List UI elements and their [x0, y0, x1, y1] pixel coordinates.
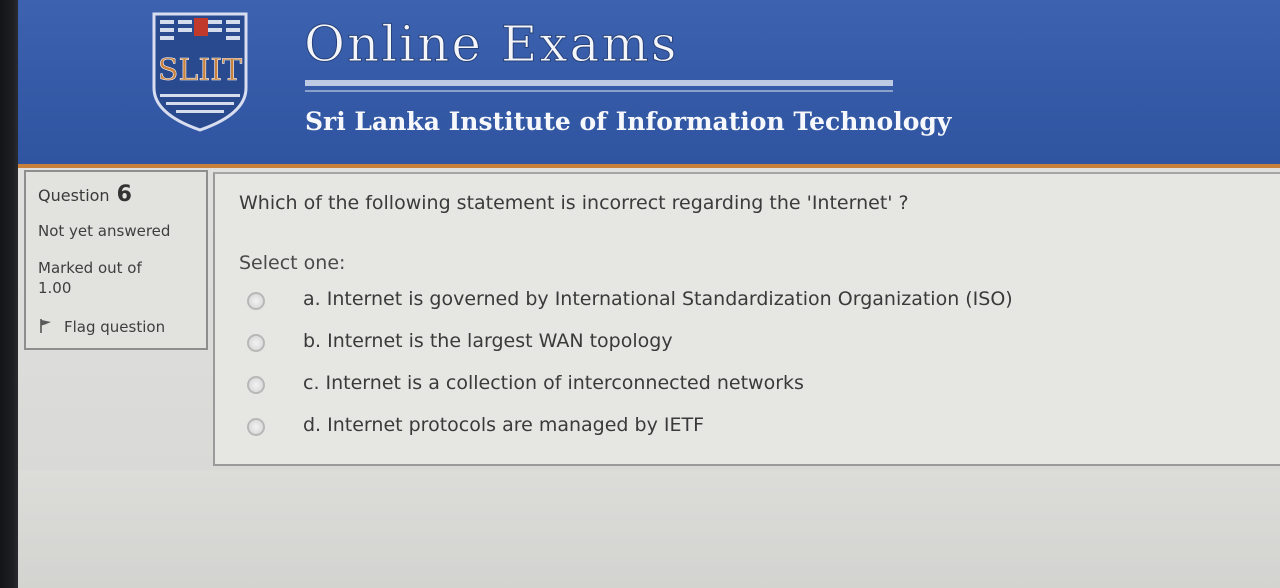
answer-option-c[interactable]: c. Internet is a collection of interconn…	[247, 372, 1247, 402]
answer-option-a[interactable]: a. Internet is governed by International…	[247, 288, 1247, 318]
question-number: 6	[116, 182, 132, 207]
page-background-lower	[18, 470, 1280, 588]
header-accent-line	[18, 164, 1280, 168]
answer-option-d[interactable]: d. Internet protocols are managed by IET…	[247, 414, 1247, 444]
radio-button-d[interactable]	[247, 418, 265, 436]
flag-question-label: Flag question	[64, 318, 166, 336]
marks-info: Marked out of 1.00	[38, 258, 142, 298]
question-content-panel: Which of the following statement is inco…	[213, 172, 1280, 466]
sliit-logo: SLIIT	[150, 10, 250, 132]
flag-icon	[40, 319, 51, 333]
site-subtitle: Sri Lanka Institute of Information Techn…	[305, 107, 952, 136]
flag-question-link[interactable]: Flag question	[38, 318, 165, 336]
answer-option-label: a. Internet is governed by International…	[303, 288, 1013, 310]
radio-button-c[interactable]	[247, 376, 265, 394]
exam-page: SLIIT Online Exams Sri Lanka Institute o…	[0, 0, 1280, 588]
answer-option-label: c. Internet is a collection of interconn…	[303, 372, 804, 394]
radio-button-b[interactable]	[247, 334, 265, 352]
title-divider-secondary	[305, 90, 893, 92]
select-one-prompt: Select one:	[239, 252, 346, 274]
answer-status: Not yet answered	[38, 222, 171, 240]
title-divider	[305, 80, 893, 86]
marked-out-of-label: Marked out of	[38, 259, 142, 277]
question-number-label: Question 6	[38, 182, 132, 207]
question-info-panel: Question 6 Not yet answered Marked out o…	[24, 170, 208, 350]
marked-out-of-value: 1.00	[38, 279, 72, 297]
radio-button-a[interactable]	[247, 292, 265, 310]
question-text: Which of the following statement is inco…	[239, 192, 909, 214]
answer-option-label: d. Internet protocols are managed by IET…	[303, 414, 705, 436]
question-label: Question	[38, 186, 110, 205]
answer-option-b[interactable]: b. Internet is the largest WAN topology	[247, 330, 1247, 360]
answer-option-label: b. Internet is the largest WAN topology	[303, 330, 673, 352]
logo-text: SLIIT	[158, 53, 242, 88]
screen-bezel	[0, 0, 18, 588]
site-title: Online Exams	[303, 15, 679, 74]
